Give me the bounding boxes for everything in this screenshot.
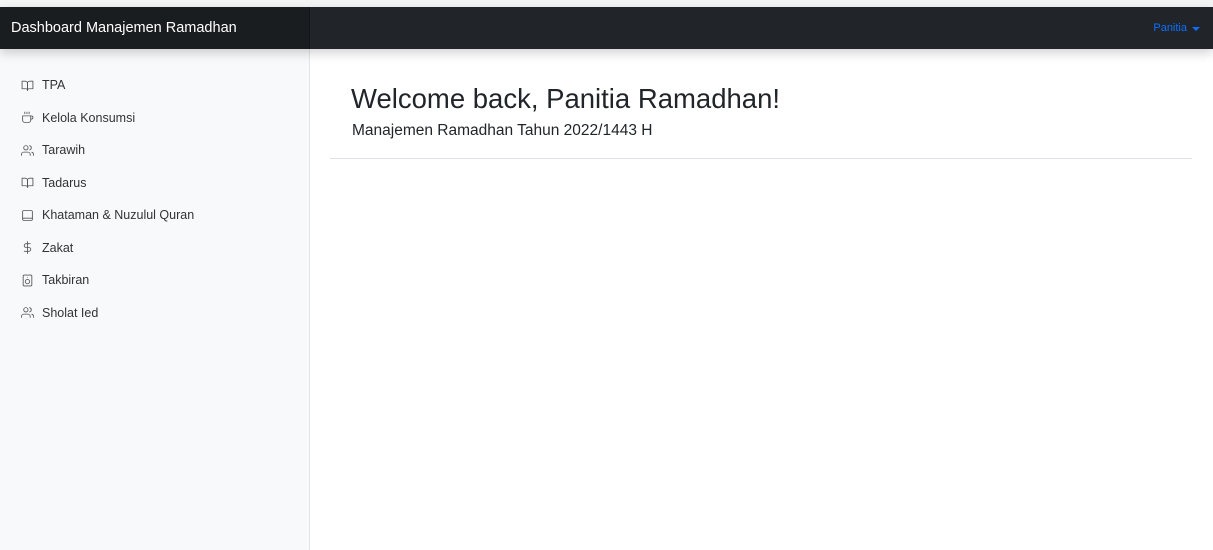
sidebar-item-label: Zakat	[42, 240, 74, 255]
user-dropdown-toggle[interactable]: Panitia	[1153, 7, 1200, 49]
sidebar-item-kelola-konsumsi[interactable]: Kelola Konsumsi	[0, 102, 309, 135]
sidebar-item-sholat-ied[interactable]: Sholat Ied	[0, 297, 309, 330]
speaker-icon	[21, 274, 34, 287]
main-content: Welcome back, Panitia Ramadhan! Manajeme…	[330, 49, 1192, 159]
top-strip	[0, 0, 1213, 7]
coffee-cup-icon	[21, 111, 34, 124]
sidebar-item-takbiran[interactable]: Takbiran	[0, 264, 309, 297]
sidebar-item-label: Takbiran	[42, 273, 90, 288]
caret-down-icon	[1192, 26, 1200, 31]
dollar-sign-icon	[21, 241, 34, 255]
top-navbar: Dashboard Manajemen Ramadhan Panitia	[0, 7, 1213, 49]
navbar-brand[interactable]: Dashboard Manajemen Ramadhan	[0, 7, 310, 49]
users-icon	[21, 306, 34, 319]
sidebar-item-label: Kelola Konsumsi	[42, 110, 136, 125]
sidebar-item-label: Khataman & Nuzulul Quran	[42, 208, 195, 223]
page-subtitle: Manajemen Ramadhan Tahun 2022/1443 H	[352, 122, 653, 139]
sidebar-item-label: Tarawih	[42, 143, 86, 158]
book-open-icon	[21, 176, 34, 189]
sidebar-item-tpa[interactable]: TPA	[0, 69, 309, 102]
tablet-icon	[21, 209, 34, 222]
divider	[330, 158, 1192, 159]
user-dropdown-label: Panitia	[1153, 22, 1187, 34]
sidebar-item-tarawih[interactable]: Tarawih	[0, 134, 309, 167]
sidebar-item-label: Tadarus	[42, 175, 87, 190]
sidebar-item-tadarus[interactable]: Tadarus	[0, 167, 309, 200]
sidebar-item-label: Sholat Ied	[42, 305, 99, 320]
users-icon	[21, 144, 34, 157]
sidebar-item-label: TPA	[42, 78, 66, 93]
sidebar-nav: TPA Kelola Konsumsi Tarawih Tadarus Khat…	[0, 49, 309, 329]
sidebar-item-khataman-nuzulul-quran[interactable]: Khataman & Nuzulul Quran	[0, 199, 309, 232]
book-open-icon	[21, 79, 34, 92]
sidebar: TPA Kelola Konsumsi Tarawih Tadarus Khat…	[0, 49, 310, 550]
sidebar-item-zakat[interactable]: Zakat	[0, 232, 309, 265]
page-title: Welcome back, Panitia Ramadhan!	[351, 83, 781, 114]
